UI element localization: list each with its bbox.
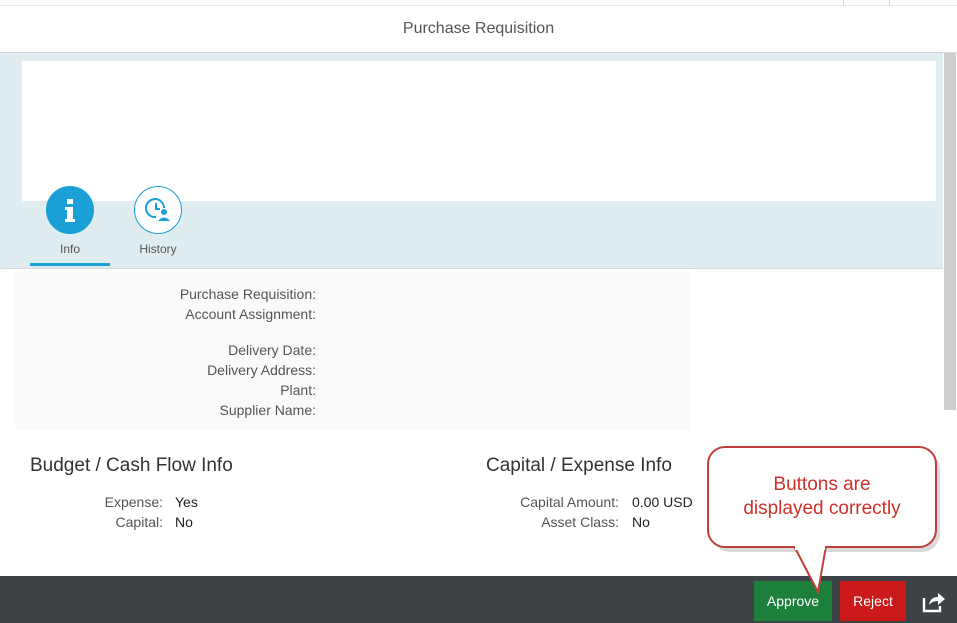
tab-history[interactable]: History — [118, 186, 198, 256]
capital-amount-label: Capital Amount: — [520, 494, 619, 510]
tab-info-label: Info — [59, 242, 80, 256]
expense-label: Expense: — [104, 494, 163, 510]
budget-section-title: Budget / Cash Flow Info — [30, 455, 233, 476]
capital-amount-value: 0.00 USD — [632, 494, 693, 510]
expense-value: Yes — [175, 494, 198, 510]
plant-label: Plant: — [280, 382, 316, 398]
info-icon — [46, 186, 94, 234]
purchase-requisition-label: Purchase Requisition: — [179, 286, 316, 302]
header-content-panel — [22, 61, 936, 201]
scrollbar-thumb[interactable] — [944, 53, 956, 410]
page-title: Purchase Requisition — [402, 20, 555, 37]
tab-info[interactable]: Info — [30, 186, 110, 256]
account-assignment-label: Account Assignment: — [185, 306, 316, 322]
delivery-address-label: Delivery Address: — [207, 362, 316, 378]
reject-button[interactable]: Reject — [840, 581, 906, 621]
annotation-line-1: Buttons are — [773, 474, 871, 495]
callout-pointer-join — [795, 544, 825, 550]
delivery-date-label: Delivery Date: — [228, 342, 316, 358]
annotation-text: Buttons are displayed correctly — [707, 473, 937, 521]
annotation-line-2: displayed correctly — [743, 498, 901, 519]
selected-tab-indicator — [30, 263, 110, 266]
asset-class-label: Asset Class: — [541, 514, 619, 530]
asset-class-value: No — [632, 514, 650, 530]
history-icon — [134, 186, 182, 234]
capital-value: No — [175, 514, 193, 530]
title-bar: Purchase Requisition — [0, 6, 957, 53]
capital-label: Capital: — [115, 514, 163, 530]
tab-history-label: History — [139, 242, 177, 256]
share-icon[interactable] — [918, 586, 948, 616]
supplier-name-label: Supplier Name: — [219, 402, 317, 418]
capital-section-title: Capital / Expense Info — [486, 455, 672, 476]
